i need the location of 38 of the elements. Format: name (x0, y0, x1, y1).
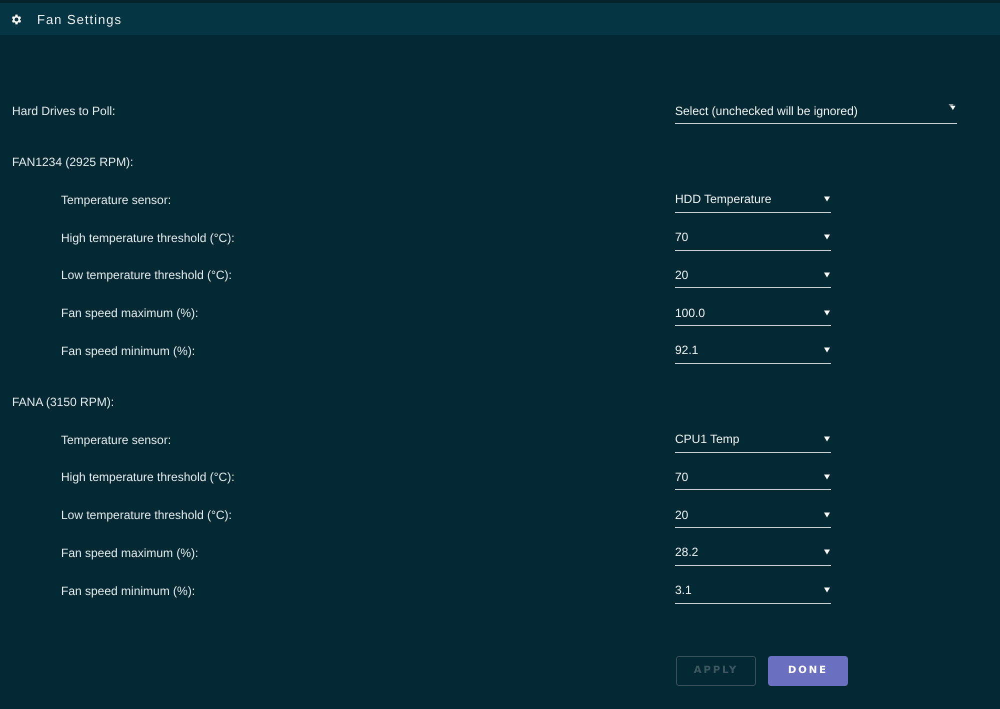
setting-label: High temperature threshold (°C): (60, 470, 236, 484)
done-button[interactable]: DONE (768, 656, 848, 686)
setting-label: Fan speed maximum (%): (60, 306, 200, 320)
setting-select[interactable]: HDD Temperature (675, 186, 831, 213)
caret-icon (824, 272, 830, 278)
setting-select[interactable]: 70 (675, 464, 831, 490)
caret-icon (824, 234, 830, 240)
caret-icon (824, 512, 830, 518)
setting-label: Temperature sensor: (60, 192, 172, 207)
setting-label: Low temperature threshold (°C): (60, 268, 233, 282)
setting-select[interactable]: 28.2 (675, 540, 831, 566)
caret-icon (824, 549, 830, 556)
drive-select[interactable]: Select (unchecked will be ignored) (675, 98, 957, 124)
setting-select[interactable]: 70 (675, 224, 831, 251)
setting-select[interactable]: 20 (675, 262, 831, 288)
setting-label: Fan speed maximum (%): (60, 546, 200, 560)
caret-icon (824, 436, 830, 442)
setting-select[interactable]: 100.0 (675, 300, 831, 326)
fan-heading: FAN1234 (2925 RPM): (12, 155, 134, 169)
caret-icon (824, 347, 830, 354)
caret-icon (824, 474, 830, 480)
window-title: Fan Settings (37, 12, 122, 26)
setting-label: Temperature sensor: (60, 432, 172, 447)
setting-label: High temperature threshold (°C): (60, 230, 236, 245)
field-label: Hard Drives to Poll: (12, 104, 116, 118)
setting-select[interactable]: 92.1 (675, 338, 831, 364)
setting-label: Fan speed minimum (%): (60, 584, 196, 598)
caret-icon (824, 196, 830, 202)
setting-select[interactable]: 20 (675, 502, 831, 528)
settings-icon (10, 12, 23, 26)
setting-select[interactable]: 3.1 (675, 578, 831, 604)
caret-icon (824, 310, 830, 316)
caret-icon (948, 104, 956, 111)
setting-label: Fan speed minimum (%): (60, 344, 196, 358)
fan-heading: FANA (3150 RPM): (12, 394, 116, 409)
setting-select[interactable]: CPU1 Temp (675, 426, 831, 453)
caret-icon (824, 587, 830, 594)
setting-label: Low temperature threshold (°C): (60, 508, 233, 522)
